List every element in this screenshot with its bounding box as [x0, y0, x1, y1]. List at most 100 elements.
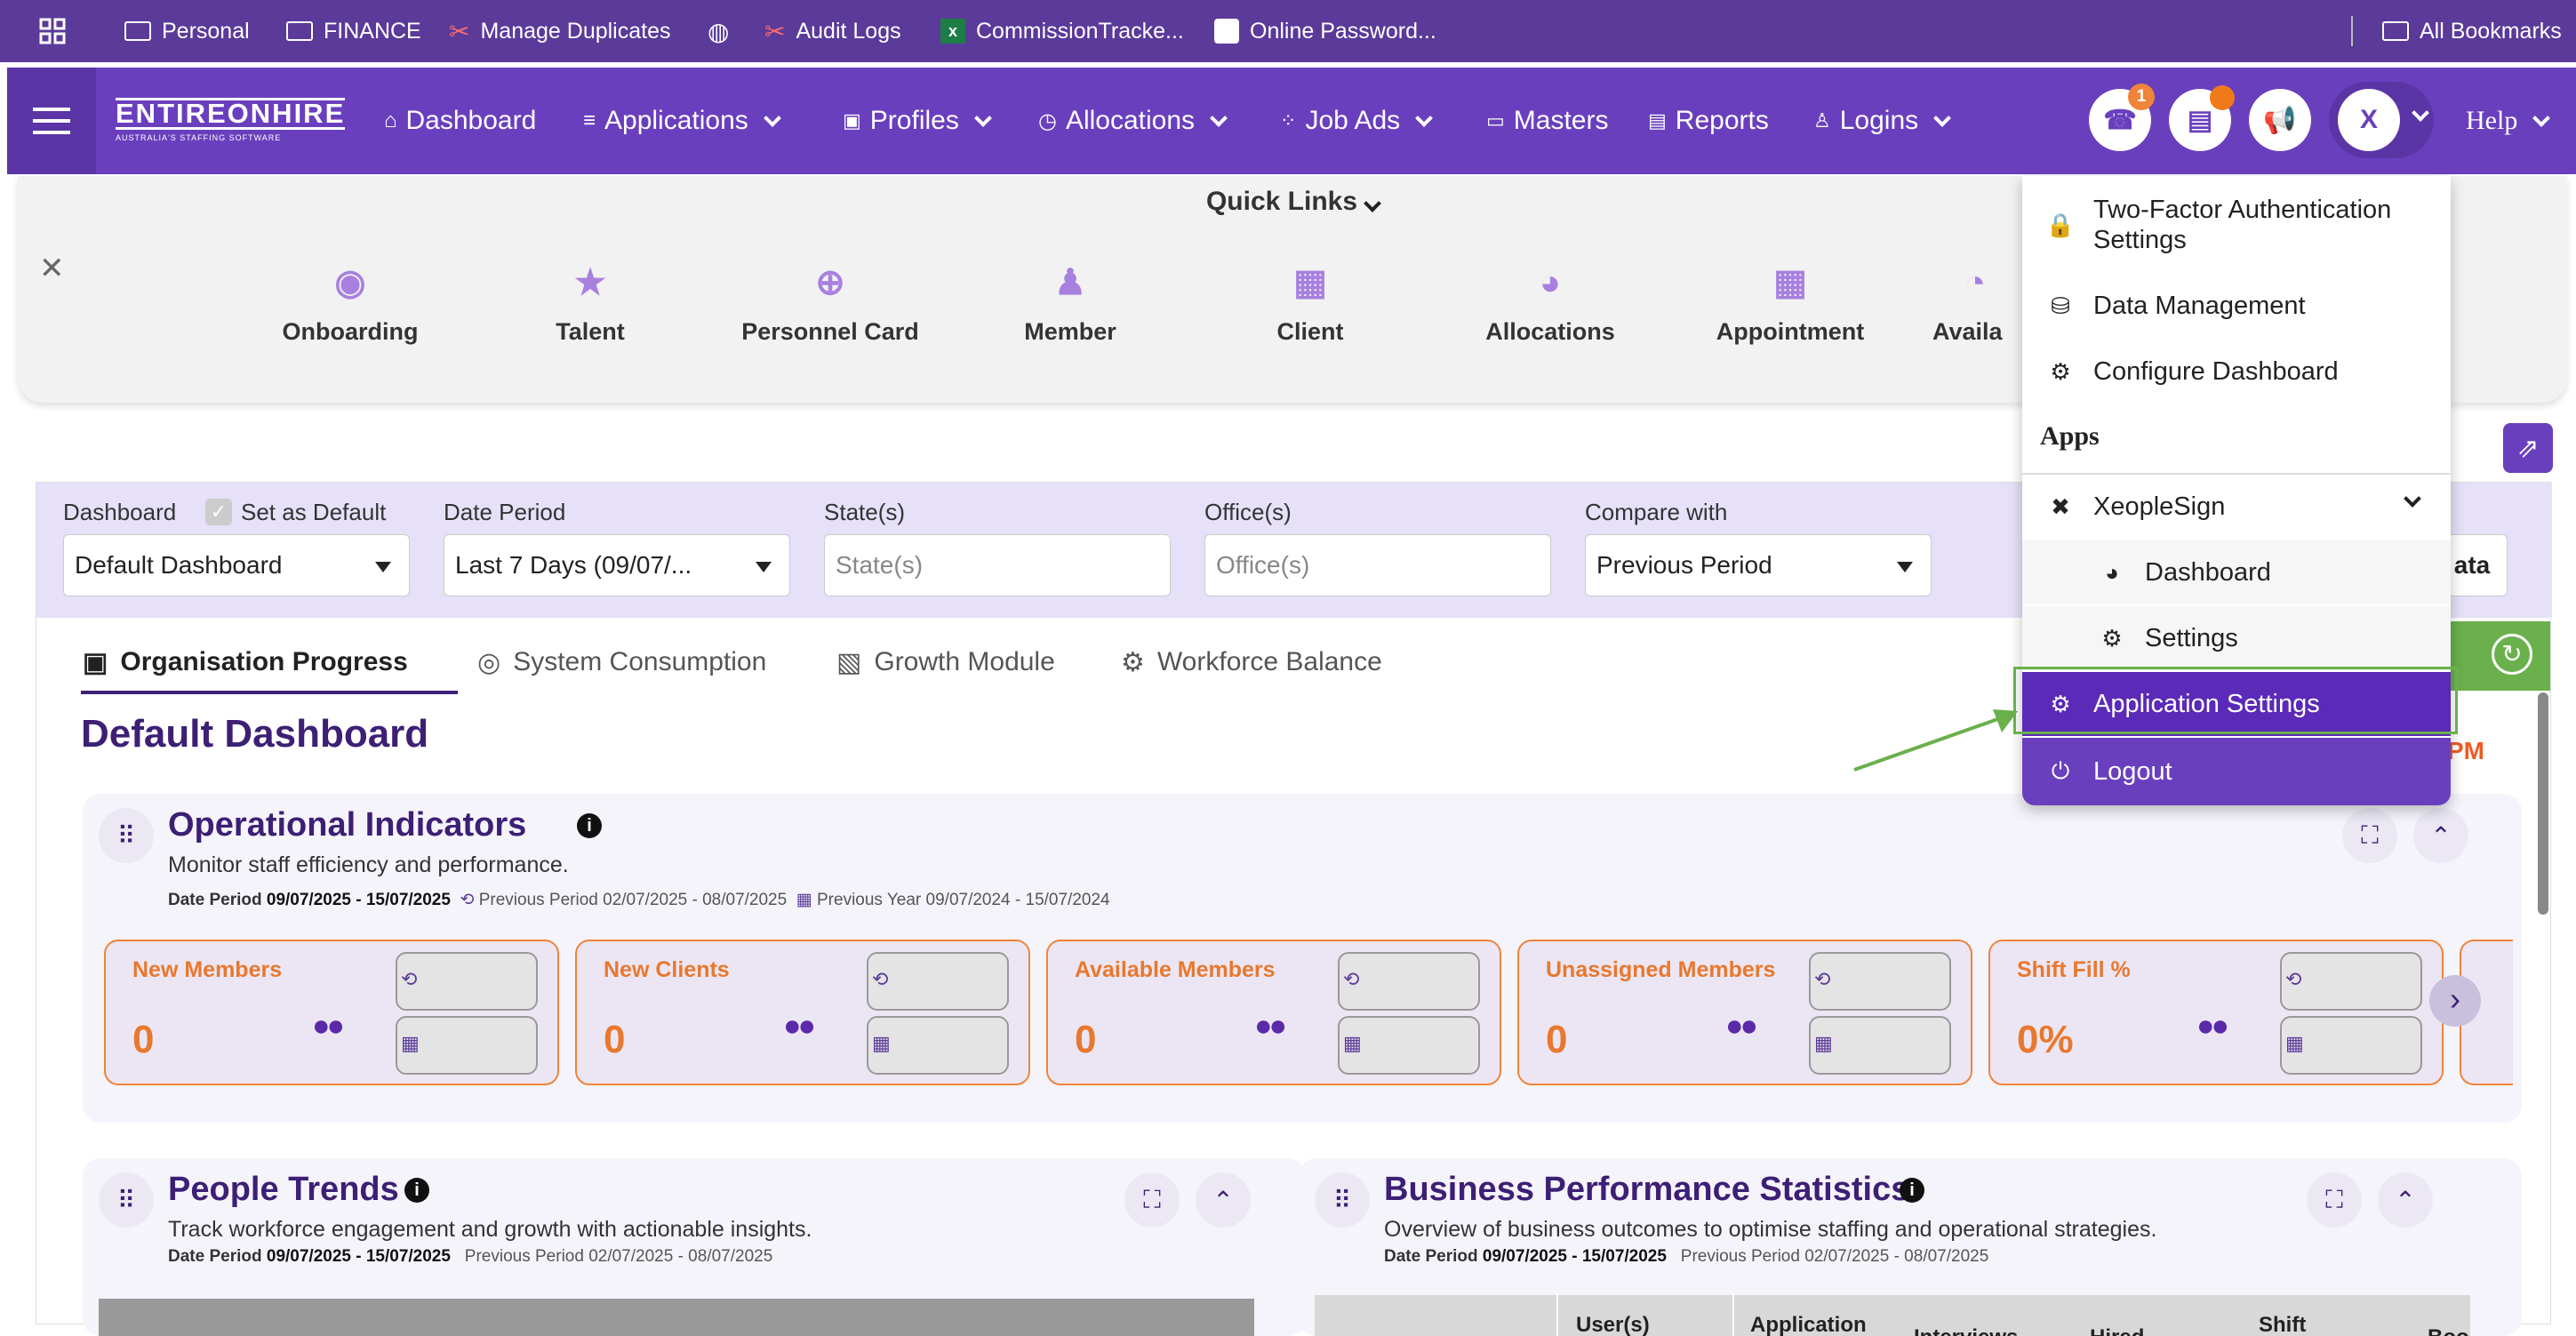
kpi-new-clients[interactable]: New Clients 0 ●● ⟲ ▦ [575, 940, 1030, 1085]
date-period-info: Date Period 09/07/2025 - 15/07/2025 ⟲ Pr… [168, 891, 1110, 909]
clock-icon: ◔ [1964, 263, 1987, 302]
nav-profiles[interactable]: ▣ Profiles [843, 68, 992, 174]
dropdown-arrow-icon [1897, 562, 1913, 572]
active-tab-indicator [81, 691, 458, 694]
nav-dashboard[interactable]: ⌂ Dashboard [384, 68, 536, 174]
column-header[interactable]: Application [1750, 1313, 1867, 1336]
page-title: Default Dashboard [81, 712, 429, 756]
info-icon[interactable]: i [404, 1178, 429, 1203]
card-title: Operational Indicators [168, 806, 527, 844]
kpi-unassigned-members[interactable]: Unassigned Members 0 ●● ⟲ ▦ [1517, 940, 1972, 1085]
collapse-icon[interactable]: ⌃ [2378, 1172, 2433, 1228]
drag-handle-icon[interactable]: ⠿ [99, 1172, 154, 1228]
drag-handle-icon[interactable]: ⠿ [99, 808, 154, 863]
nav-reports[interactable]: ▤ Reports [1648, 68, 1769, 174]
nav-masters[interactable]: ▭ Masters [1486, 68, 1608, 174]
nav-job-ads[interactable]: ⁘ Job Ads [1280, 68, 1434, 174]
drag-handle-icon[interactable]: ⠿ [1315, 1172, 1370, 1228]
avatar: X [2338, 89, 2400, 151]
quick-link-allocations[interactable]: ◕ Allocations [1452, 263, 1648, 346]
column-header[interactable]: Bookings [2428, 1325, 2470, 1336]
menu-item-logout[interactable]: ⏻ Logout [2022, 738, 2451, 805]
folder-icon [2382, 21, 2409, 41]
compare-select[interactable]: Previous Period [1585, 534, 1932, 596]
menu-subitem-dashboard[interactable]: ◕ Dashboard [2022, 540, 2451, 604]
history-icon: ⟲ [401, 968, 418, 990]
tab-workforce-balance[interactable]: ⚙ Workforce Balance [1121, 636, 1382, 689]
quick-link-talent[interactable]: ★ Talent [492, 263, 688, 346]
hamburger-menu-icon[interactable] [7, 68, 96, 174]
chevron-down-icon [1364, 195, 1381, 212]
globe-icon: ◍ [708, 17, 730, 45]
phone-list-icon: ☎ [2103, 105, 2137, 135]
workforce-icon: ⚙ [1121, 647, 1145, 677]
date-period-info: Date Period 09/07/2025 - 15/07/2025 Prev… [1384, 1247, 1989, 1266]
kpi-available-members[interactable]: Available Members 0 ●● ⟲ ▦ [1046, 940, 1501, 1085]
quick-link-personnel-card[interactable]: ⊕ Personnel Card [732, 263, 928, 346]
user-dropdown-menu: 🔒 Two-Factor Authentication Settings ⛁ Dat… [2013, 176, 2458, 805]
offices-input[interactable]: Office(s) [1204, 534, 1551, 596]
all-bookmarks[interactable]: All Bookmarks [2382, 0, 2562, 62]
menu-item-two-factor[interactable]: 🔒 Two-Factor Authentication Settings [2022, 192, 2451, 258]
announcement-button[interactable]: 📢 [2249, 89, 2311, 151]
column-header[interactable]: Shift [2259, 1313, 2306, 1336]
document-button[interactable]: ▤ [2169, 85, 2235, 151]
bookmark-manage-duplicates[interactable]: ✂ Manage Duplicates [449, 0, 670, 62]
expand-icon[interactable]: ⛶ [2307, 1172, 2362, 1228]
set-default-checkbox[interactable]: ✓ [205, 499, 232, 525]
calendar-icon: ▦ [401, 1032, 420, 1054]
expand-icon[interactable]: ⛶ [2342, 808, 2397, 863]
help-menu[interactable]: Help [2466, 68, 2551, 174]
external-link-icon[interactable]: ⇗ [2503, 423, 2553, 473]
bookmark-online-password[interactable]: Online Password... [1214, 0, 1436, 62]
column-header[interactable]: User(s) [1576, 1313, 1650, 1336]
bookmark-finance[interactable]: FINANCE [286, 0, 421, 62]
nav-applications[interactable]: ≡ Applications [583, 68, 781, 174]
quick-link-onboarding[interactable]: ◉ Onboarding [252, 263, 448, 346]
stats-table-header: User(s) Application Interviews Hired Shi… [1315, 1295, 2470, 1336]
loading-dots-icon: ●● [783, 1009, 816, 1043]
notification-badge: 1 [2128, 84, 2155, 110]
dashboard-select[interactable]: Default Dashboard [63, 534, 410, 596]
menu-item-data-management[interactable]: ⛁ Data Management [2022, 274, 2451, 338]
column-header[interactable]: Hired [2090, 1325, 2144, 1336]
info-icon[interactable]: i [577, 813, 602, 838]
menu-item-xeoplesign[interactable]: ✖ XeopleSign [2022, 475, 2451, 539]
carousel-next-icon[interactable]: › [2429, 975, 2481, 1027]
bookmark-personal[interactable]: Personal [124, 0, 250, 62]
bookmark-globe[interactable]: ◍ [708, 0, 729, 62]
menu-item-configure-dashboard[interactable]: ⚙ Configure Dashboard [2022, 340, 2451, 404]
collapse-icon[interactable]: ⌃ [2413, 808, 2468, 863]
tab-growth-module[interactable]: ▧ Growth Module [836, 636, 1055, 689]
info-icon[interactable]: i [1900, 1178, 1924, 1203]
scissors-icon: ✂ [449, 17, 470, 45]
menu-subitem-settings[interactable]: ⚙ Settings [2022, 606, 2451, 670]
nav-logins[interactable]: ♙ Logins [1813, 68, 1952, 174]
kpi-shift-fill[interactable]: Shift Fill % 0% ●● ⟲ ▦ [1988, 940, 2444, 1085]
chevron-down-icon [763, 109, 781, 127]
quick-link-client[interactable]: ▦ Client [1212, 263, 1408, 346]
bookmark-commission-tracker[interactable]: x CommissionTracke... [940, 0, 1184, 62]
document-icon: ▤ [2187, 105, 2213, 135]
column-header[interactable]: Interviews [1914, 1325, 2018, 1336]
nav-allocations[interactable]: ◷ Allocations [1038, 68, 1228, 174]
unpin-icon[interactable]: ✕ [39, 251, 65, 286]
logo[interactable]: ENTIREONHIRE AUSTRALIA'S STAFFING SOFTWA… [116, 98, 346, 142]
tab-organisation-progress[interactable]: ▣ Organisation Progress [83, 636, 408, 689]
quick-link-appointment[interactable]: ▦ Appointment [1692, 263, 1888, 346]
expand-icon[interactable]: ⛶ [1124, 1172, 1180, 1228]
tab-system-consumption[interactable]: ◎ System Consumption [477, 636, 766, 689]
date-period-label: Date Period [444, 499, 566, 525]
apps-grid-icon[interactable] [39, 0, 66, 62]
star-icon: ★ [574, 263, 606, 302]
collapse-icon[interactable]: ⌃ [1196, 1172, 1251, 1228]
kpi-new-members[interactable]: New Members 0 ●● ⟲ ▦ [104, 940, 559, 1085]
quick-link-member[interactable]: ♟ Member [972, 263, 1168, 346]
states-input[interactable]: State(s) [824, 534, 1171, 596]
bookmark-audit-logs[interactable]: ✂ Audit Logs [764, 0, 901, 62]
scrollbar[interactable] [2538, 692, 2548, 915]
calendar-icon: ▦ [1343, 1032, 1362, 1054]
user-menu-toggle[interactable]: X [2329, 82, 2434, 158]
phone-list-button[interactable]: ☎ 1 [2089, 84, 2155, 151]
date-period-select[interactable]: Last 7 Days (09/07/... [444, 534, 790, 596]
